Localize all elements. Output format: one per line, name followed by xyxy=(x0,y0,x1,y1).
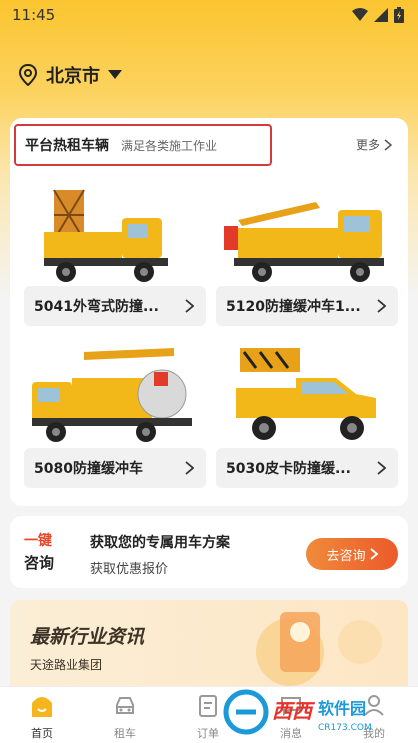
hot-rentals-card: 平台热租车辆 满足各类施工作业 更多 5041外弯式防撞... 5120防撞缓冲… xyxy=(10,118,408,506)
badge-bottom-text: 咨询 xyxy=(24,554,55,572)
vehicle-image-4[interactable] xyxy=(216,338,398,450)
chevron-right-icon xyxy=(185,299,194,313)
car-icon xyxy=(116,697,134,714)
vehicle-image-3[interactable] xyxy=(24,338,206,450)
tab-rent[interactable]: 租车 xyxy=(95,691,155,740)
consult-card: 一键 咨询 获取您的专属用车方案 获取优惠报价 去咨询 xyxy=(10,516,408,588)
status-time: 11:45 xyxy=(12,6,56,24)
battery-icon xyxy=(394,7,404,23)
wifi-icon xyxy=(352,8,368,21)
order-icon xyxy=(199,695,217,717)
vehicle-image-2[interactable] xyxy=(216,180,398,292)
hot-rentals-header: 平台热租车辆 满足各类施工作业 xyxy=(14,124,272,166)
signal-icon xyxy=(374,8,388,22)
consult-headline: 获取您的专属用车方案 xyxy=(90,535,230,551)
vehicle-name: 5030皮卡防撞缓... xyxy=(226,461,351,477)
chevron-right-icon xyxy=(384,138,392,151)
svg-text:西西: 西西 xyxy=(272,699,316,723)
news-subtitle: 天途路业集团 xyxy=(30,658,103,672)
watermark-logo: 西西 软件园 CR173.COM xyxy=(223,689,372,735)
location-selector[interactable]: 北京市 xyxy=(18,60,122,90)
caret-down-icon xyxy=(108,70,122,79)
consult-button[interactable]: 去咨询 xyxy=(306,538,398,570)
vehicle-card-3[interactable]: 5080防撞缓冲车 xyxy=(24,448,206,488)
chevron-right-icon xyxy=(377,461,386,475)
watermark: 西西 软件园 CR173.COM xyxy=(222,688,412,736)
consult-button-label: 去咨询 xyxy=(326,548,366,564)
news-banner[interactable]: 最新行业资讯 天途路业集团 xyxy=(10,600,408,690)
vehicle-card-4[interactable]: 5030皮卡防撞缓... xyxy=(216,448,398,488)
consult-subline: 获取优惠报价 xyxy=(90,562,169,577)
svg-text:软件园: 软件园 xyxy=(318,699,366,718)
status-bar: 11:45 xyxy=(0,0,418,30)
status-icons xyxy=(352,7,404,23)
consult-badge: 一键 咨询 xyxy=(24,530,80,574)
chevron-right-icon xyxy=(377,299,386,313)
news-illustration xyxy=(256,612,382,686)
chevron-right-icon xyxy=(185,461,194,475)
more-link[interactable]: 更多 xyxy=(356,136,392,153)
svg-text:CR173.COM: CR173.COM xyxy=(318,723,372,733)
vehicle-name: 5120防撞缓冲车1... xyxy=(226,299,361,315)
more-label: 更多 xyxy=(355,138,380,152)
tab-home[interactable]: 首页 xyxy=(12,691,72,740)
section-subtitle: 满足各类施工作业 xyxy=(121,138,218,153)
news-title: 最新行业资讯 xyxy=(30,626,145,648)
tab-label: 首页 xyxy=(31,727,53,740)
vehicle-card-2[interactable]: 5120防撞缓冲车1... xyxy=(216,286,398,326)
tab-label: 租车 xyxy=(114,727,136,740)
home-icon xyxy=(32,697,52,717)
vehicle-card-1[interactable]: 5041外弯式防撞... xyxy=(24,286,206,326)
section-title: 平台热租车辆 xyxy=(25,138,109,154)
city-label: 北京市 xyxy=(46,66,100,87)
badge-top-text: 一键 xyxy=(24,533,52,549)
chevron-right-icon xyxy=(369,548,378,560)
vehicle-name: 5080防撞缓冲车 xyxy=(34,461,143,477)
vehicle-name: 5041外弯式防撞... xyxy=(34,299,159,315)
vehicle-image-1[interactable] xyxy=(24,180,206,292)
location-pin-icon xyxy=(18,64,38,86)
